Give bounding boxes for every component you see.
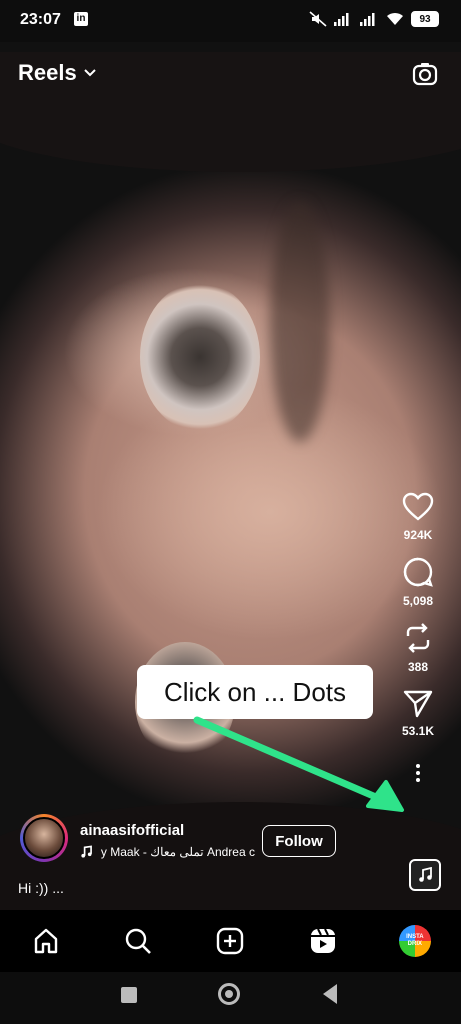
signal-icon-2 [360, 13, 375, 26]
linkedin-notification-icon: in [74, 12, 88, 26]
post-caption[interactable]: Hi :)) ... [18, 880, 64, 896]
create-icon [217, 927, 244, 955]
audio-thumbnail[interactable] [409, 859, 441, 891]
nav-profile[interactable]: INSTA DRIX [397, 923, 433, 959]
battery-indicator: 93 [411, 11, 439, 27]
profile-avatar: INSTA DRIX [398, 925, 431, 957]
recents-button[interactable] [121, 987, 137, 1003]
chevron-down-icon [84, 69, 96, 77]
system-home-button[interactable] [218, 983, 240, 1005]
like-button[interactable]: 924K [402, 492, 434, 542]
nav-reels[interactable] [305, 923, 341, 959]
status-icons: 93 [309, 11, 439, 27]
bottom-nav: INSTA DRIX [0, 910, 461, 972]
audio-title: y Maak - تملى معاك Andrea c [100, 845, 255, 859]
music-note-icon [81, 845, 92, 858]
camera-button[interactable] [411, 60, 439, 88]
comment-button[interactable]: 5,098 [402, 556, 434, 608]
repost-button[interactable]: 388 [402, 622, 434, 674]
status-bar: 23:07 in 93 [0, 0, 461, 42]
more-dot [416, 778, 420, 782]
wifi-icon [387, 12, 403, 25]
more-options-button[interactable] [416, 764, 420, 782]
share-icon [403, 690, 433, 718]
search-icon [126, 928, 152, 954]
share-count: 53.1K [401, 724, 435, 738]
reel-video[interactable] [0, 42, 461, 910]
avatar[interactable] [20, 814, 68, 862]
audio-track[interactable]: y Maak - تملى معاك Andrea c [80, 845, 255, 859]
repost-count: 388 [407, 660, 429, 674]
nav-home[interactable] [28, 923, 64, 959]
signal-icon [334, 13, 349, 26]
system-nav-bar [0, 972, 461, 1024]
share-button[interactable]: 53.1K [402, 688, 434, 738]
video-frame-eye-upper [140, 282, 260, 432]
reels-dropdown[interactable]: Reels [18, 60, 97, 86]
page-title: Reels [18, 60, 77, 85]
nav-search[interactable] [120, 923, 156, 959]
more-dots-icon [416, 764, 420, 768]
home-icon [34, 928, 58, 954]
annotation-callout: Click on ... Dots [137, 665, 373, 719]
like-count: 924K [403, 528, 433, 542]
nav-create[interactable] [212, 923, 248, 959]
back-button[interactable] [323, 984, 337, 1004]
status-time: 23:07 [20, 11, 61, 28]
more-dot [416, 771, 420, 775]
heart-icon [402, 492, 434, 521]
music-note-icon [419, 867, 432, 882]
reels-icon [310, 928, 335, 953]
comment-icon [403, 557, 433, 587]
mute-icon [309, 11, 327, 27]
camera-icon [412, 63, 438, 86]
action-rail: 924K 5,098 388 53.1K [393, 492, 443, 782]
username[interactable]: ainaasifofficial [80, 822, 184, 839]
comment-count: 5,098 [402, 594, 434, 608]
video-frame-brow [270, 202, 330, 442]
repost-icon [406, 623, 430, 653]
follow-button[interactable]: Follow [262, 825, 336, 857]
avatar-image [23, 817, 65, 859]
